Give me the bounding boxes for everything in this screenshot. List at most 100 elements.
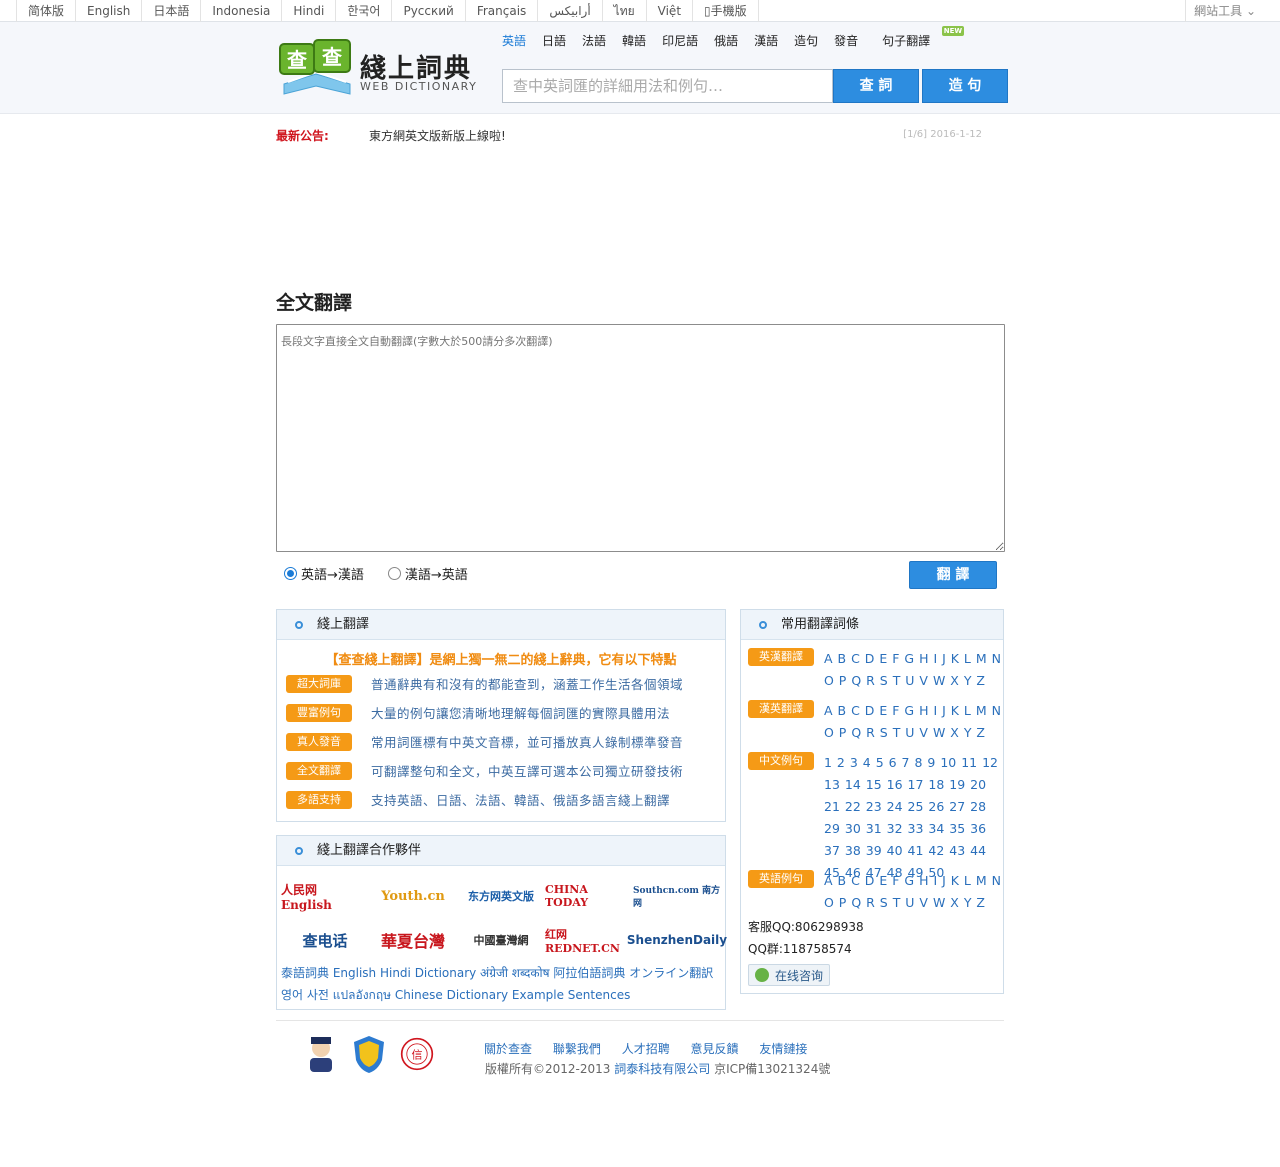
- entry-badge: 漢英翻譯: [748, 700, 814, 718]
- language-list: 简体版 English 日本語 Indonesia Hindi 한국어 Русс…: [16, 0, 759, 22]
- translate-textarea[interactable]: [276, 324, 1005, 552]
- make-sentence-button[interactable]: 造 句: [922, 69, 1008, 103]
- lang-french[interactable]: Français: [464, 0, 537, 22]
- footer-badges: 信: [304, 1034, 448, 1074]
- lang-russian[interactable]: Русский: [391, 0, 464, 22]
- fulltext-translate-title: 全文翻譯: [276, 292, 353, 314]
- partner-logo-taiwan[interactable]: 中國臺灣網: [457, 918, 545, 962]
- partner-links-row1[interactable]: 泰語詞典 English Hindi Dictionary अंग्रेजी श…: [281, 962, 721, 984]
- search-input[interactable]: 查中英詞匯的詳細用法和例句…: [502, 69, 833, 103]
- police-icon[interactable]: [304, 1034, 338, 1074]
- shield-icon[interactable]: [352, 1034, 386, 1074]
- direction-options: 英語→漢語 漢語→英語: [284, 564, 492, 583]
- bullet-icon: [295, 620, 303, 629]
- tab-korean[interactable]: 韓語: [614, 32, 654, 50]
- mobile-label: 手機版: [710, 4, 747, 18]
- radio-empty-icon: [387, 567, 401, 580]
- search-button[interactable]: 查 詞: [833, 69, 919, 103]
- tab-pronunciation[interactable]: 發音: [826, 32, 866, 50]
- partner-logo-eastday[interactable]: 东方网英文版: [457, 874, 545, 918]
- footer-link-friends[interactable]: 友情鏈接: [759, 1042, 807, 1056]
- partner-logo-people[interactable]: 人民网 English: [281, 874, 369, 918]
- feature-badge: 多語支持: [286, 790, 352, 809]
- dictionary-tabs: 英語 日語 法語 韓語 印尼語 俄語 漢語 造句 發音 句子翻譯 NEW: [494, 26, 965, 50]
- lang-hindi[interactable]: Hindi: [281, 0, 335, 22]
- announcement-bar: 最新公告: 東方網英文版新版上線啦! [1/6] 2016-1-12: [276, 127, 986, 147]
- lang-japanese[interactable]: 日本語: [141, 0, 200, 22]
- partner-links-row2[interactable]: 영어 사전 แปลอังกฤษ Chinese Dictionary Examp…: [281, 984, 721, 1006]
- tab-russian[interactable]: 俄語: [706, 32, 746, 50]
- mobile-icon: ▯: [704, 4, 711, 18]
- entry-links[interactable]: A B C D E F G H I J K L M N O P Q R S T …: [824, 648, 1003, 700]
- radio-zh-to-en[interactable]: 漢語→英語: [387, 564, 468, 583]
- announcement-meta: [1/6] 2016-1-12: [903, 129, 982, 140]
- lang-arabic[interactable]: أرابيكس: [537, 0, 601, 22]
- lang-korean[interactable]: 한국어: [335, 0, 391, 22]
- panel-title: 綫上翻譯: [317, 616, 370, 632]
- site-logo[interactable]: 查 查 綫上詞典 WEB DICTIONARY: [276, 34, 486, 104]
- partners-panel: 綫上翻譯合作夥伴 人民网 English Youth.cn 东方网英文版 CHI…: [276, 835, 727, 1010]
- svg-text:查: 查: [287, 48, 307, 72]
- announcement-link[interactable]: 東方網英文版新版上線啦!: [369, 127, 506, 144]
- lang-vietnamese[interactable]: Việt: [645, 0, 692, 22]
- top-language-bar: 简体版 English 日本語 Indonesia Hindi 한국어 Русс…: [0, 0, 1280, 22]
- svg-text:查: 查: [322, 45, 342, 69]
- footer-link-feedback[interactable]: 意見反饋: [691, 1042, 739, 1056]
- feature-text: 支持英語、日語、法語、韓語、俄語多語言綫上翻譯: [371, 793, 671, 808]
- service-qq: 客服QQ:806298938: [748, 920, 864, 934]
- feature-text: 普通辭典有和沒有的都能查到，涵蓋工作生活各個領域: [371, 677, 684, 692]
- feature-row: 真人發音 常用詞匯標有中英文音標，並可播放真人錄制標準發音: [277, 727, 725, 756]
- tab-japanese[interactable]: 日語: [534, 32, 574, 50]
- online-consult-button[interactable]: 在线咨询: [748, 964, 831, 986]
- entry-links[interactable]: A B C D E F G H I J K L M N O P Q R S T …: [824, 700, 1003, 752]
- partner-logo-huaxia[interactable]: 華夏台灣: [369, 918, 457, 962]
- tab-french[interactable]: 法語: [574, 32, 614, 50]
- partner-logo-shenzhendaily[interactable]: ShenzhenDaily: [627, 918, 727, 962]
- footer-link-contact[interactable]: 聯繫我們: [553, 1042, 601, 1056]
- trust-seal-icon[interactable]: 信: [400, 1034, 434, 1074]
- radio-en-to-zh[interactable]: 英語→漢語: [284, 564, 364, 583]
- entry-badge: 中文例句: [748, 752, 814, 770]
- feature-text: 常用詞匯標有中英文音標，並可播放真人錄制標準發音: [371, 735, 684, 750]
- tab-sentence-making[interactable]: 造句: [786, 32, 826, 50]
- company-link[interactable]: 詞泰科技有限公司: [614, 1062, 710, 1076]
- lang-simplified[interactable]: 简体版: [16, 0, 75, 22]
- entry-badge: 英漢翻譯: [748, 648, 814, 666]
- entry-links[interactable]: 1 2 3 4 5 6 7 8 9 10 11 12 13 14 15 16 1…: [824, 752, 1003, 880]
- site-header: 查 查 綫上詞典 WEB DICTIONARY 英語 日語 法語 韓語 印尼語 …: [0, 22, 1280, 114]
- lang-english[interactable]: English: [75, 0, 141, 22]
- entry-row: 漢英翻譯 A B C D E F G H I J K L M N O P Q R …: [741, 700, 1003, 752]
- online-consult-label: 在线咨询: [775, 968, 824, 983]
- lang-indonesia[interactable]: Indonesia: [200, 0, 281, 22]
- tab-english[interactable]: 英語: [494, 32, 534, 50]
- tab-chinese[interactable]: 漢語: [746, 32, 786, 50]
- tab-sentence-translation[interactable]: 句子翻譯 NEW: [866, 26, 965, 50]
- partner-logo-southcn[interactable]: Southcn.com 南方网: [633, 874, 721, 918]
- lang-mobile[interactable]: ▯手機版: [692, 0, 759, 22]
- footer-links: 關於查查 聯繫我們 人才招聘 意見反饋 友情鏈接: [484, 1040, 824, 1057]
- site-tools-menu[interactable]: 網站工具 ⌄: [1185, 0, 1264, 22]
- partner-logos: 人民网 English Youth.cn 东方网英文版 CHINA TODAY …: [277, 866, 727, 962]
- footer-link-about[interactable]: 關於查查: [484, 1042, 532, 1056]
- partner-logo-rednet[interactable]: 红网 REDNET.CN: [545, 918, 633, 962]
- translate-button[interactable]: 翻 譯: [909, 561, 997, 589]
- lang-thai[interactable]: ไทย: [601, 0, 646, 22]
- partner-logo-chadianhua[interactable]: 查电话: [281, 918, 369, 962]
- partner-logo-youth[interactable]: Youth.cn: [369, 874, 457, 918]
- tab-sentence-translation-label: 句子翻譯: [882, 34, 931, 48]
- logo-subtitle: WEB DICTIONARY: [360, 80, 478, 93]
- partner-logo-chinatoday[interactable]: CHINA TODAY: [545, 874, 633, 918]
- footer-link-jobs[interactable]: 人才招聘: [622, 1042, 670, 1056]
- panel-title: 綫上翻譯合作夥伴: [317, 842, 422, 858]
- panel-header: 常用翻譯詞條: [741, 610, 1003, 640]
- icp-text: 京ICP備13021324號: [714, 1062, 831, 1076]
- copyright-text: 版權所有©2012-2013: [485, 1062, 611, 1076]
- announcement-label: 最新公告:: [276, 129, 329, 143]
- online-translation-panel: 綫上翻譯 【查查綫上翻譯】是網上獨一無二的綫上辭典，它有以下特點 超大詞庫 普通辭…: [276, 609, 726, 822]
- entry-links[interactable]: A B C D E F G H I J K L M N O P Q R S T …: [824, 870, 1003, 916]
- footer-divider: [276, 1020, 1004, 1021]
- qq-group: QQ群:118758574: [748, 942, 852, 956]
- tab-indonesian[interactable]: 印尼語: [654, 32, 706, 50]
- panel-header: 綫上翻譯: [277, 610, 725, 640]
- bullet-icon: [295, 846, 303, 855]
